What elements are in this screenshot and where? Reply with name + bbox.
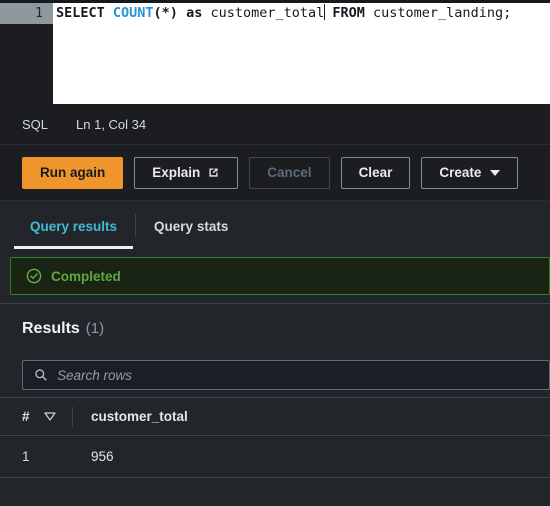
results-panel: Results (1) Search rows # customer_total… (0, 303, 550, 506)
results-count: (1) (85, 320, 105, 337)
results-tablist: Query results Query stats (0, 201, 550, 249)
run-again-label: Run again (40, 165, 106, 180)
status-success-icon (26, 268, 42, 284)
chevron-down-icon (490, 169, 501, 176)
header-divider (72, 406, 73, 427)
column-header-customer-total[interactable]: customer_total (91, 409, 188, 424)
cell-customer-total: 956 (91, 449, 114, 464)
sql-token: customer_landing; (373, 5, 512, 21)
sql-token: (*) (153, 5, 187, 21)
sql-token: SELECT (56, 5, 113, 21)
sort-descending-icon[interactable] (43, 412, 56, 421)
row-index: 1 (22, 449, 30, 464)
tab-query-stats[interactable]: Query stats (136, 203, 246, 249)
create-label: Create (439, 165, 482, 180)
search-input[interactable]: Search rows (22, 360, 550, 390)
editor-status-bar: SQL Ln 1, Col 34 (0, 104, 550, 145)
clear-button[interactable]: Clear (340, 156, 411, 189)
run-again-button[interactable]: Run again (22, 156, 124, 189)
status-banner-text: Completed (51, 268, 121, 284)
sql-editor[interactable]: 1 SELECT COUNT(*) as customer_total FROM… (0, 0, 550, 104)
sql-token: COUNT (112, 5, 154, 21)
editor-code-area[interactable]: SELECT COUNT(*) as customer_total FROM c… (53, 3, 550, 104)
search-icon (34, 368, 48, 382)
table-row[interactable]: 1 956 (0, 436, 550, 478)
cancel-label: Cancel (267, 165, 312, 180)
tab-query-results[interactable]: Query results (12, 203, 135, 249)
sql-token: FROM (332, 5, 374, 21)
column-header-index-label: # (22, 409, 30, 424)
status-banner-completed: Completed (10, 257, 550, 295)
create-dropdown-button[interactable]: Create (421, 156, 519, 189)
sql-token: as (186, 5, 211, 21)
explain-button[interactable]: Explain (134, 156, 239, 189)
external-link-icon (207, 166, 220, 179)
results-title: Results (22, 319, 80, 337)
sql-code-line[interactable]: SELECT COUNT(*) as customer_total FROM c… (53, 3, 550, 24)
line-number-1: 1 (0, 3, 53, 24)
results-search-zone: Search rows (0, 353, 550, 397)
clear-label: Clear (358, 165, 393, 180)
query-editor-app: 1 SELECT COUNT(*) as customer_total FROM… (0, 0, 550, 506)
cancel-button: Cancel (249, 156, 330, 189)
tab-query-stats-label: Query stats (154, 218, 229, 234)
status-banner-zone: Completed (0, 249, 550, 303)
results-table-header-row: # customer_total (0, 397, 550, 436)
editor-line-number-gutter: 1 (0, 3, 53, 104)
sql-token: customer_total (210, 5, 325, 21)
column-header-index[interactable]: # (0, 409, 72, 424)
editor-language-label: SQL (22, 116, 49, 132)
results-table: # customer_total 1 956 (0, 397, 550, 506)
explain-label: Explain (152, 165, 201, 180)
editor-cursor-position: Ln 1, Col 34 (76, 116, 147, 132)
editor-action-bar: Run again Explain Cancel Clear Create (0, 145, 550, 201)
tab-query-results-label: Query results (30, 218, 118, 234)
search-input-placeholder: Search rows (57, 367, 133, 383)
results-header: Results (1) (0, 303, 550, 353)
